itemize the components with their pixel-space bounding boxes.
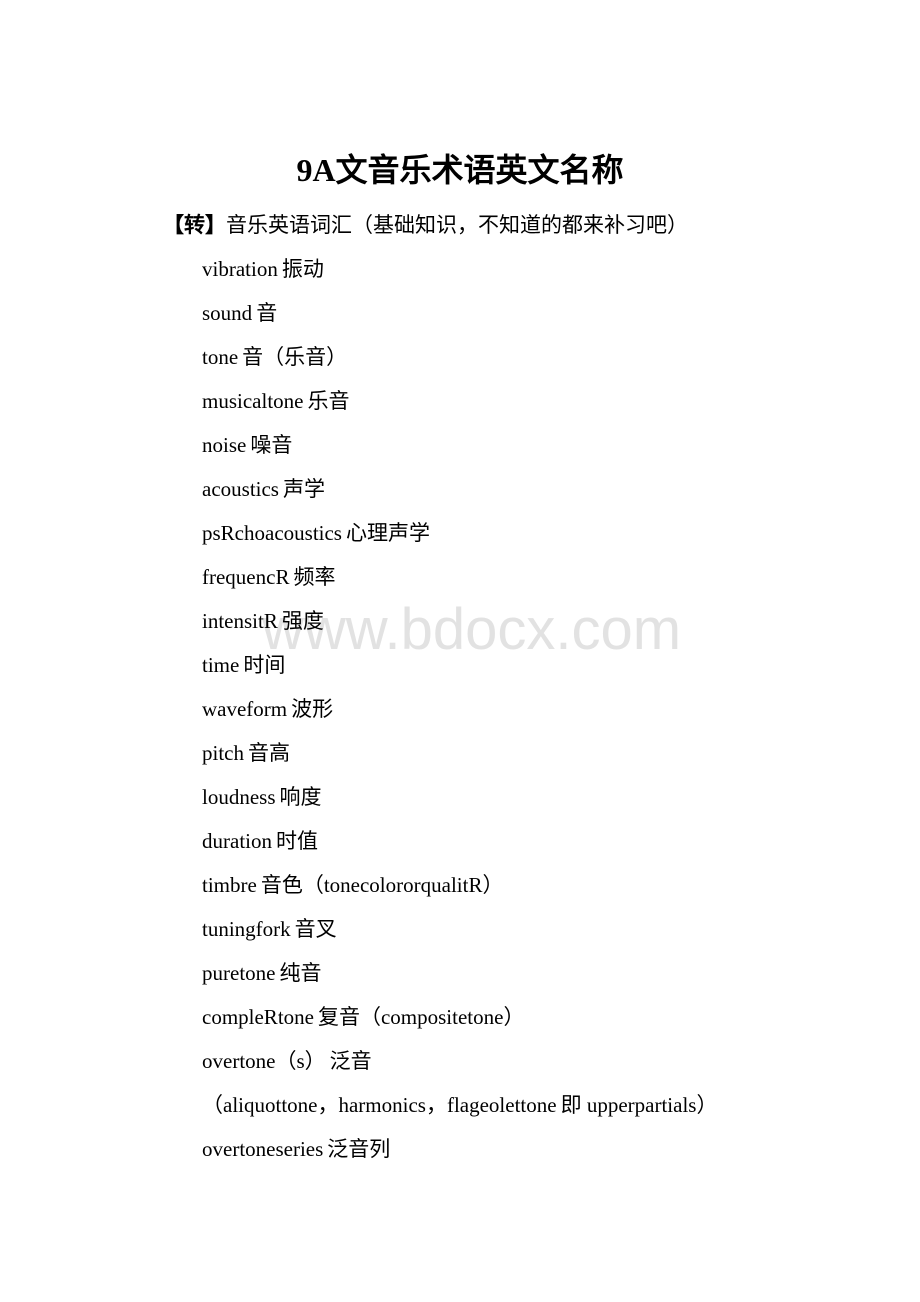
term-item: pitch 音高 [202,737,717,781]
term-english: overtone（s） [202,1049,326,1073]
term-english: waveform [202,697,288,721]
term-item: duration 时值 [202,825,717,869]
term-item: overtoneseries 泛音列 [202,1133,717,1177]
term-english: （aliquottone，harmonics，flageolettone [202,1093,557,1117]
term-item: loudness 响度 [202,781,717,825]
term-item: acoustics 声学 [202,473,717,517]
term-item: psRchoacoustics 心理声学 [202,517,717,561]
term-chinese: 波形 [291,697,334,721]
term-item: overtone（s） 泛音 [202,1045,717,1089]
document-subtitle: 【转】音乐英语词汇（基础知识，不知道的都来补习吧） [163,209,688,241]
term-chinese: 音 [256,301,278,325]
document-title: 9A文音乐术语英文名称 [296,152,624,188]
term-chinese: 泛音列 [327,1137,391,1161]
term-english: time [202,653,240,677]
term-chinese: 时值 [275,829,318,853]
term-english: frequencR [202,565,290,589]
term-item: noise 噪音 [202,429,717,473]
term-english: intensitR [202,609,278,633]
term-chinese: 音色（tonecolororqualitR） [260,873,504,897]
term-item: （aliquottone，harmonics，flageolettone 即 up… [202,1089,717,1133]
repost-tag: 【转】 [163,213,226,237]
term-item: waveform 波形 [202,693,717,737]
term-english: pitch [202,741,244,765]
term-english: overtoneseries [202,1137,324,1161]
term-chinese: 振动 [281,257,324,281]
term-english: psRchoacoustics [202,521,342,545]
term-chinese: 音（乐音） [242,345,348,369]
term-item: intensitR 强度 [202,605,717,649]
term-chinese: 音高 [248,741,290,765]
term-list: vibration 振动 sound 音 tone 音（乐音） musicaltone… [202,253,717,1177]
term-english: tone [202,345,239,369]
term-english: musicaltone [202,389,304,413]
term-chinese: 纯音 [279,961,322,985]
term-item: tuningfork 音叉 [202,913,717,957]
term-english: sound [202,301,253,325]
term-chinese: 复音（compositetone） [317,1005,525,1029]
term-english: loudness [202,785,276,809]
term-chinese: 音叉 [294,917,337,941]
term-english: tuningfork [202,917,291,941]
term-english: noise [202,433,247,457]
term-english: timbre [202,873,257,897]
term-chinese: 噪音 [250,433,293,457]
term-chinese: 即 upperpartials） [560,1093,718,1117]
term-english: duration [202,829,272,853]
term-chinese: 乐音 [307,389,350,413]
term-english: vibration [202,257,278,281]
term-chinese: 强度 [281,609,324,633]
term-item: timbre 音色（tonecolororqualitR） [202,869,717,913]
term-chinese: 心理声学 [345,521,430,545]
term-chinese: 泛音 [329,1049,372,1073]
term-item: compleRtone 复音（compositetone） [202,1001,717,1045]
term-item: puretone 纯音 [202,957,717,1001]
term-english: compleRtone [202,1005,314,1029]
term-item: tone 音（乐音） [202,341,717,385]
term-chinese: 响度 [279,785,322,809]
term-item: time 时间 [202,649,717,693]
subtitle-text: 音乐英语词汇（基础知识，不知道的都来补习吧） [226,213,688,237]
document-page: www.bdocx.com 9A文音乐术语英文名称 【转】音乐英语词汇（基础知识… [0,0,920,1302]
term-item: musicaltone 乐音 [202,385,717,429]
term-english: puretone [202,961,276,985]
term-chinese: 声学 [282,477,325,501]
term-item: sound 音 [202,297,717,341]
term-item: vibration 振动 [202,253,717,297]
term-item: frequencR 频率 [202,561,717,605]
term-chinese: 时间 [243,653,286,677]
term-chinese: 频率 [293,565,336,589]
term-english: acoustics [202,477,279,501]
